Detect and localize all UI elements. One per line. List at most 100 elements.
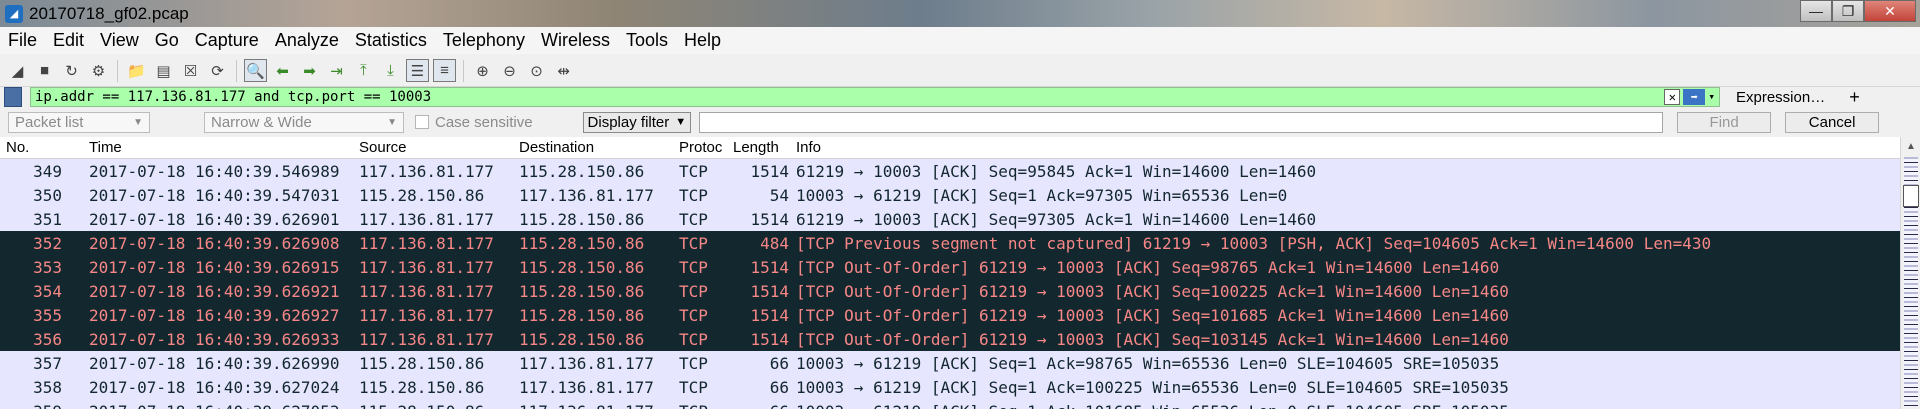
- find-text-input[interactable]: [699, 111, 1664, 133]
- menu-view[interactable]: View: [92, 30, 147, 51]
- clear-filter-icon[interactable]: ✕: [1664, 89, 1681, 105]
- menu-tools[interactable]: Tools: [618, 30, 676, 51]
- zoom-out-icon[interactable]: ⊖: [498, 59, 521, 82]
- minimize-button[interactable]: —: [1800, 0, 1832, 22]
- packet-cell-proto: TCP: [679, 354, 708, 373]
- menu-telephony[interactable]: Telephony: [435, 30, 533, 51]
- filter-bookmark-icon[interactable]: [4, 87, 22, 107]
- packet-cell-time: 2017-07-18 16:40:39.626901: [89, 210, 340, 229]
- packet-cell-len: 1514: [750, 258, 789, 277]
- charset-select[interactable]: Narrow & Wide ▼: [204, 111, 404, 133]
- menu-go[interactable]: Go: [147, 30, 187, 51]
- column-header-length[interactable]: Length: [733, 139, 779, 156]
- go-last-icon[interactable]: ⤓: [379, 59, 402, 82]
- reload-file-icon[interactable]: ⟳: [206, 59, 229, 82]
- cancel-button[interactable]: Cancel: [1785, 111, 1880, 133]
- resize-columns-icon[interactable]: ⇹: [552, 59, 575, 82]
- filter-history-dropdown-icon[interactable]: ▾: [1708, 88, 1715, 106]
- packet-row[interactable]: 353 2017-07-18 16:40:39.626915 117.136.81.…: [0, 255, 1900, 279]
- find-bar: Packet list ▼ Narrow & Wide ▼ Case sensi…: [0, 110, 1920, 134]
- packet-row[interactable]: 355 2017-07-18 16:40:39.626927 117.136.81.…: [0, 303, 1900, 327]
- column-header-time[interactable]: Time: [89, 139, 122, 156]
- packet-cell-len: 66: [733, 402, 789, 409]
- packet-cell-dst: 115.28.150.86: [519, 234, 645, 253]
- colorize-icon[interactable]: ≡: [433, 59, 456, 82]
- go-to-packet-icon[interactable]: ⇥: [325, 59, 348, 82]
- packet-row[interactable]: 354 2017-07-18 16:40:39.626921 117.136.81.…: [0, 279, 1900, 303]
- packet-cell-len: 66: [769, 378, 789, 397]
- display-filter-bar: ip.addr == 117.136.81.177 and tcp.port =…: [0, 86, 1920, 108]
- packet-cell-info: 10003 → 61219 [ACK] Seq=1 Ack=100225 Win…: [796, 378, 1509, 397]
- search-in-select[interactable]: Packet list ▼: [8, 111, 150, 133]
- title-bar: ◢ 20170718_gf02.pcap — ❐ ✕: [0, 0, 1920, 27]
- packet-list-header: No. Time Source Destination Protoc Lengt…: [0, 137, 1900, 159]
- packet-cell-proto: TCP: [679, 186, 708, 205]
- packet-row[interactable]: 359 2017-07-18 16:40:39.627053 115.28.150.…: [0, 399, 1900, 409]
- search-in-value: Packet list: [15, 113, 84, 131]
- packet-cell-time: 2017-07-18 16:40:39.626933: [89, 330, 340, 349]
- close-window-button[interactable]: ✕: [1864, 0, 1916, 22]
- go-forward-icon[interactable]: ➡: [298, 59, 321, 82]
- packet-cell-time: 2017-07-18 16:40:39.547031: [89, 186, 340, 205]
- case-sensitive-checkbox[interactable]: [415, 115, 429, 129]
- menu-wireless[interactable]: Wireless: [533, 30, 618, 51]
- packet-row[interactable]: 356 2017-07-18 16:40:39.626933 117.136.81.…: [0, 327, 1900, 351]
- filter-controls: ✕ ➡ ▾: [1664, 88, 1715, 106]
- packet-list-scrollbar[interactable]: ▲: [1900, 137, 1920, 409]
- packet-cell-dst: 117.136.81.177: [519, 354, 654, 373]
- shark-fin-start-icon[interactable]: ◢: [6, 59, 29, 82]
- zoom-in-icon[interactable]: ⊕: [471, 59, 494, 82]
- menu-statistics[interactable]: Statistics: [347, 30, 435, 51]
- menu-file[interactable]: File: [0, 30, 45, 51]
- scroll-up-icon[interactable]: ▲: [1901, 137, 1920, 155]
- packet-cell-time: 2017-07-18 16:40:39.626990: [89, 354, 340, 373]
- apply-filter-icon[interactable]: ➡: [1683, 89, 1706, 105]
- menu-analyze[interactable]: Analyze: [267, 30, 347, 51]
- chevron-down-icon: ▼: [133, 116, 143, 128]
- packet-cell-len: 1514: [750, 306, 789, 325]
- column-header-source[interactable]: Source: [359, 139, 407, 156]
- search-type-value: Display filter: [587, 113, 670, 131]
- packet-cell-info: [TCP Out-Of-Order] 61219 → 10003 [ACK] S…: [796, 330, 1509, 349]
- scrollbar-thumb[interactable]: [1903, 185, 1919, 207]
- packet-cell-time: 2017-07-18 16:40:39.626927: [89, 306, 340, 325]
- auto-scroll-icon[interactable]: ☰: [406, 59, 429, 82]
- menu-edit[interactable]: Edit: [45, 30, 92, 51]
- packet-cell-len: 1514: [750, 210, 789, 229]
- case-sensitive-label: Case sensitive: [435, 113, 533, 131]
- zoom-normal-icon[interactable]: ⊙: [525, 59, 548, 82]
- stop-capture-icon[interactable]: ■: [33, 59, 56, 82]
- menu-capture[interactable]: Capture: [187, 30, 267, 51]
- find-button[interactable]: Find: [1677, 111, 1772, 133]
- open-file-icon[interactable]: 📁: [125, 59, 148, 82]
- packet-row[interactable]: 351 2017-07-18 16:40:39.626901 117.136.81.…: [0, 207, 1900, 231]
- packet-cell-info: [TCP Previous segment not captured] 6121…: [796, 234, 1712, 253]
- restart-capture-icon[interactable]: ↻: [60, 59, 83, 82]
- column-header-no[interactable]: No.: [6, 139, 29, 156]
- maximize-button[interactable]: ❐: [1832, 0, 1864, 22]
- column-header-info[interactable]: Info: [796, 139, 821, 156]
- packet-cell-src: 117.136.81.177: [359, 258, 494, 277]
- go-back-icon[interactable]: ⬅: [271, 59, 294, 82]
- column-header-destination[interactable]: Destination: [519, 139, 594, 156]
- close-file-icon[interactable]: ☒: [179, 59, 202, 82]
- packet-row[interactable]: 350 2017-07-18 16:40:39.547031 115.28.150.…: [0, 183, 1900, 207]
- packet-cell-len: 1514: [750, 330, 789, 349]
- search-type-select[interactable]: Display filter ▼: [582, 111, 692, 133]
- menu-help[interactable]: Help: [676, 30, 729, 51]
- expression-button[interactable]: Expression…: [1736, 89, 1825, 106]
- capture-options-icon[interactable]: ⚙: [87, 59, 110, 82]
- go-first-icon[interactable]: ⤒: [352, 59, 375, 82]
- column-header-protocol[interactable]: Protoc: [679, 139, 722, 156]
- packet-row[interactable]: 358 2017-07-18 16:40:39.627024 115.28.150.…: [0, 375, 1900, 399]
- packet-cell-proto: TCP: [679, 234, 708, 253]
- packet-cell-time: 2017-07-18 16:40:39.626908: [89, 234, 340, 253]
- save-file-icon[interactable]: ▤: [152, 59, 175, 82]
- packet-row[interactable]: 352 2017-07-18 16:40:39.626908 117.136.81.…: [0, 231, 1900, 255]
- add-filter-button[interactable]: +: [1849, 87, 1860, 108]
- display-filter-input[interactable]: ip.addr == 117.136.81.177 and tcp.port =…: [30, 87, 1720, 107]
- packet-row[interactable]: 349 2017-07-18 16:40:39.546989 117.136.81.…: [0, 159, 1900, 183]
- packet-row[interactable]: 357 2017-07-18 16:40:39.626990 115.28.150.…: [0, 351, 1900, 375]
- packet-cell-proto: TCP: [679, 162, 708, 181]
- find-packet-icon[interactable]: 🔍: [244, 59, 267, 82]
